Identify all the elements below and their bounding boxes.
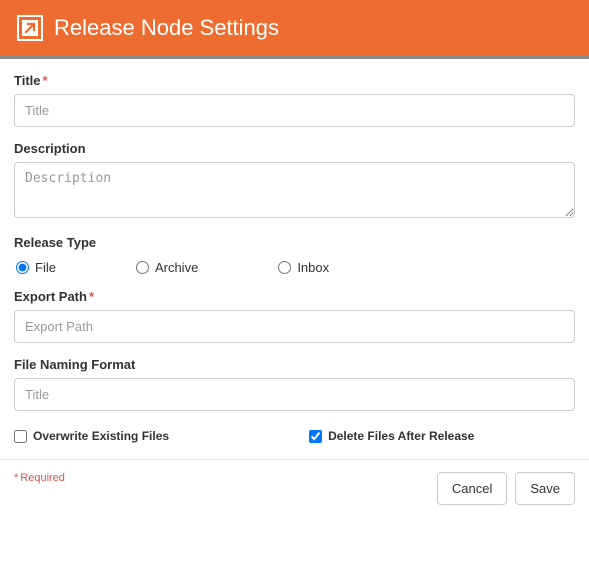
release-type-label: Release Type [14, 235, 96, 250]
description-field: Description [14, 141, 575, 221]
release-type-inbox[interactable]: Inbox [278, 260, 329, 275]
export-path-input[interactable] [14, 310, 575, 343]
release-type-file-radio[interactable] [16, 261, 29, 274]
release-node-settings-dialog: Release Node Settings Title* Description… [0, 0, 589, 519]
delete-after-checkbox[interactable] [309, 430, 322, 443]
required-star: * [89, 289, 94, 304]
checkbox-row: Overwrite Existing Files Delete Files Af… [14, 425, 575, 453]
release-type-inbox-radio[interactable] [278, 261, 291, 274]
export-path-field: Export Path* [14, 289, 575, 343]
release-type-field: Release Type File Archive Inbox [14, 235, 575, 275]
dialog-title: Release Node Settings [54, 15, 279, 41]
release-type-archive-radio[interactable] [136, 261, 149, 274]
required-star: * [43, 73, 48, 88]
dialog-header: Release Node Settings [0, 0, 589, 59]
release-type-archive[interactable]: Archive [136, 260, 198, 275]
title-field: Title* [14, 73, 575, 127]
release-type-file[interactable]: File [16, 260, 56, 275]
file-naming-format-field: File Naming Format [14, 357, 575, 411]
delete-after-checkbox-item[interactable]: Delete Files After Release [309, 429, 474, 443]
dialog-footer: *Required Cancel Save [0, 459, 589, 519]
dialog-body: Title* Description Release Type File Arc… [0, 59, 589, 459]
overwrite-checkbox-item[interactable]: Overwrite Existing Files [14, 429, 169, 443]
required-note: *Required [14, 472, 65, 484]
title-label: Title* [14, 73, 48, 88]
footer-buttons: Cancel Save [437, 472, 575, 505]
release-type-options: File Archive Inbox [14, 256, 575, 275]
file-naming-format-label: File Naming Format [14, 357, 135, 372]
save-button[interactable]: Save [515, 472, 575, 505]
overwrite-checkbox[interactable] [14, 430, 27, 443]
file-naming-format-input[interactable] [14, 378, 575, 411]
export-path-label: Export Path* [14, 289, 94, 304]
release-icon [16, 14, 44, 42]
cancel-button[interactable]: Cancel [437, 472, 507, 505]
title-input[interactable] [14, 94, 575, 127]
description-input[interactable] [14, 162, 575, 218]
description-label: Description [14, 141, 86, 156]
